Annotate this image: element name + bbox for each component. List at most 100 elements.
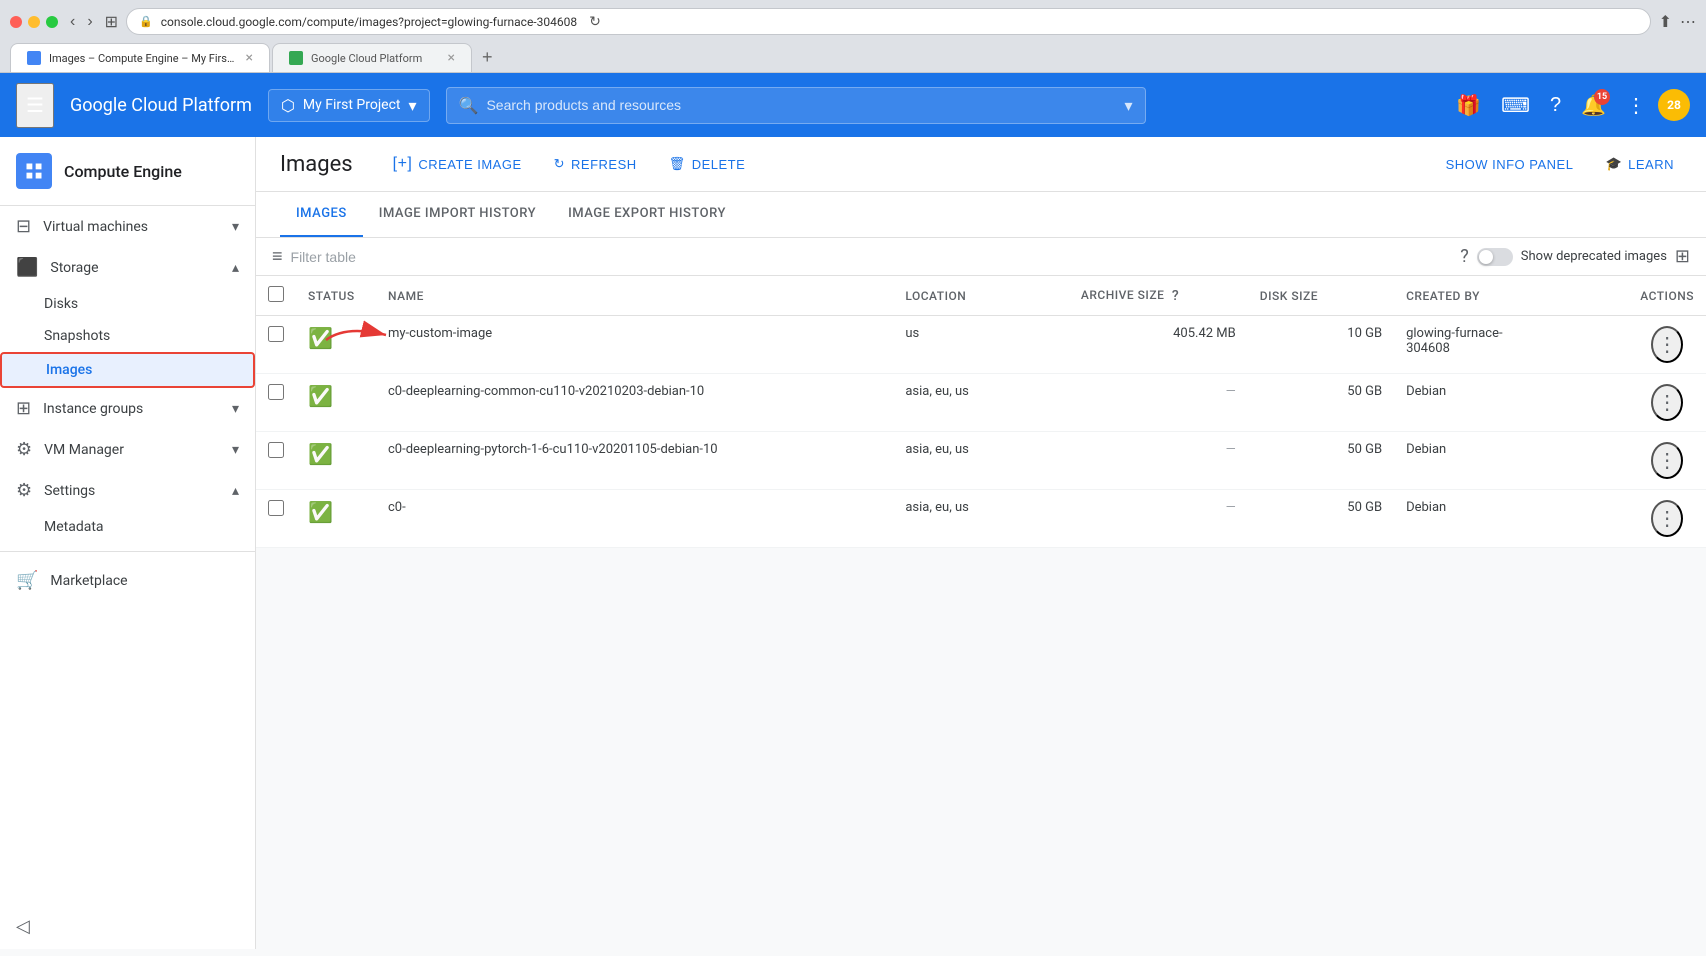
header-location: Location (893, 276, 1069, 316)
row-2-status: ✅ (296, 374, 376, 432)
sidebar-collapse-row: ◁ (0, 904, 255, 949)
delete-button[interactable]: 🗑 DELETE (661, 150, 754, 178)
tab-2[interactable]: Google Cloud Platform × (272, 43, 472, 72)
cloud-shell-button[interactable]: ⌨ (1493, 85, 1538, 126)
tab-1[interactable]: Images – Compute Engine – My First Proje… (10, 43, 270, 72)
row-4-created: Debian (1394, 490, 1628, 548)
sidebar-item-marketplace[interactable]: 🛒 Marketplace (0, 560, 255, 601)
sidebar-item-storage[interactable]: ⬛ Storage ▴ (0, 247, 255, 288)
header-status: Status (296, 276, 376, 316)
row-2-more-actions[interactable]: ⋮ (1651, 384, 1683, 421)
grid-view-icon[interactable]: ⊞ (1675, 246, 1690, 267)
header-actions-col: Actions (1628, 276, 1706, 316)
lock-icon: 🔒 (139, 15, 153, 28)
row-4-checkbox[interactable] (268, 500, 284, 516)
row-3-created: Debian (1394, 432, 1628, 490)
header-created-by: Created by (1394, 276, 1628, 316)
vm-icon: ⊟ (16, 216, 31, 237)
row-1-status: ✅ (296, 316, 376, 374)
minimize-window-button[interactable] (28, 16, 40, 28)
tab-images[interactable]: IMAGES (280, 192, 363, 237)
browser-chrome: ‹ › ⊞ 🔒 console.cloud.google.com/compute… (0, 0, 1706, 73)
sidebar-collapse-button[interactable]: ◁ (16, 916, 30, 937)
vm-manager-expand-icon: ▾ (232, 442, 239, 458)
sidebar-item-settings[interactable]: ⚙ Settings ▴ (0, 470, 255, 511)
sidebar-item-snapshots[interactable]: Snapshots (0, 320, 255, 352)
row-1-checkbox[interactable] (268, 326, 284, 342)
tab-export-history[interactable]: IMAGE EXPORT HISTORY (552, 192, 742, 237)
sidebar-item-disks[interactable]: Disks (0, 288, 255, 320)
header-archive-size: Archive size ? (1069, 276, 1248, 316)
sidebar-item-metadata[interactable]: Metadata (0, 511, 255, 543)
status-check-icon-2: ✅ (308, 384, 333, 408)
delete-icon: 🗑 (669, 156, 686, 172)
row-4-actions: ⋮ (1628, 490, 1706, 548)
search-input[interactable] (486, 97, 1116, 113)
filter-icon: ≡ (272, 246, 283, 267)
table-toolbar: ≡ ? Show deprecated images ⊞ (256, 238, 1706, 276)
more-button[interactable]: ⋯ (1680, 12, 1696, 32)
row-2-disk: 50 GB (1248, 374, 1394, 432)
back-button[interactable]: ‹ (66, 11, 79, 33)
tab-import-history[interactable]: IMAGE IMPORT HISTORY (363, 192, 552, 237)
disk-size-col-label: Disk size (1260, 289, 1318, 303)
row-2-checkbox[interactable] (268, 384, 284, 400)
row-1-name: my-custom-image (376, 316, 893, 374)
row-3-more-actions[interactable]: ⋮ (1651, 442, 1683, 479)
row-1-actions: ⋮ (1628, 316, 1706, 374)
header-actions: [+] CREATE IMAGE ↻ REFRESH 🗑 DELETE (385, 149, 754, 179)
forward-button[interactable]: › (83, 11, 96, 33)
deprecated-toggle[interactable] (1477, 248, 1513, 266)
header-checkbox-cell (256, 276, 296, 316)
row-1-more-actions[interactable]: ⋮ (1651, 326, 1683, 363)
row-4-status: ✅ (296, 490, 376, 548)
archive-size-help-icon[interactable]: ? (1172, 288, 1179, 304)
create-icon: [+] (393, 155, 413, 173)
share-button[interactable]: ⬆ (1659, 12, 1672, 32)
sidebar-item-images[interactable]: Images (0, 352, 255, 388)
address-bar[interactable]: 🔒 console.cloud.google.com/compute/image… (126, 8, 1651, 35)
status-check-icon-3: ✅ (308, 442, 333, 466)
row-2-archive: — (1069, 374, 1248, 432)
more-options-button[interactable]: ⋮ (1618, 85, 1654, 126)
row-4-more-actions[interactable]: ⋮ (1651, 500, 1683, 537)
deprecated-toggle-container: Show deprecated images (1477, 248, 1667, 266)
toggle-label: Show deprecated images (1521, 249, 1667, 264)
avatar[interactable]: 28 (1658, 89, 1690, 121)
show-info-button[interactable]: SHOW INFO PANEL (1438, 150, 1582, 178)
learn-button[interactable]: 🎓 LEARN (1597, 150, 1682, 178)
help-icon[interactable]: ? (1460, 246, 1469, 267)
hamburger-menu[interactable]: ☰ (16, 83, 54, 128)
filter-input[interactable] (291, 249, 1453, 265)
row-4-name: c0- (376, 490, 893, 548)
close-window-button[interactable] (10, 16, 22, 28)
row-1-created: glowing-furnace-304608 (1394, 316, 1628, 374)
delete-label: DELETE (692, 157, 746, 172)
sidebar-item-virtual-machines[interactable]: ⊟ Virtual machines ▾ (0, 206, 255, 247)
create-image-button[interactable]: [+] CREATE IMAGE (385, 149, 530, 179)
table-row: ✅ c0-deeplearning-common-cu110-v20210203… (256, 374, 1706, 432)
select-all-checkbox[interactable] (268, 286, 284, 302)
help-button[interactable]: ? (1542, 86, 1569, 125)
tab-2-close[interactable]: × (448, 50, 455, 66)
tab-1-close[interactable]: × (246, 50, 253, 66)
notification-container: 🔔 15 (1573, 85, 1614, 126)
search-bar[interactable]: 🔍 ▾ (446, 87, 1146, 124)
row-3-checkbox[interactable] (268, 442, 284, 458)
refresh-button[interactable]: ↻ REFRESH (546, 150, 645, 178)
gift-button[interactable]: 🎁 (1448, 85, 1489, 126)
images-table: Status Name Location Archive size (256, 276, 1706, 548)
new-tab-button[interactable]: + (474, 43, 501, 72)
project-selector[interactable]: ⬡ My First Project ▾ (268, 89, 430, 122)
storage-icon: ⬛ (16, 257, 38, 278)
sidebar-item-instance-groups[interactable]: ⊞ Instance groups ▾ (0, 388, 255, 429)
sidebar-label-snapshots: Snapshots (44, 328, 110, 344)
fullscreen-window-button[interactable] (46, 16, 58, 28)
tab-1-title: Images – Compute Engine – My First Proje… (49, 52, 238, 65)
archive-dash-2: — (1226, 384, 1236, 399)
sidebar-item-vm-manager[interactable]: ⚙ VM Manager ▾ (0, 429, 255, 470)
tab-layout-button[interactable]: ⊞ (105, 12, 118, 32)
reload-button[interactable]: ↻ (589, 13, 601, 30)
sidebar-label-storage: Storage (50, 260, 220, 276)
learn-label: LEARN (1628, 157, 1674, 172)
